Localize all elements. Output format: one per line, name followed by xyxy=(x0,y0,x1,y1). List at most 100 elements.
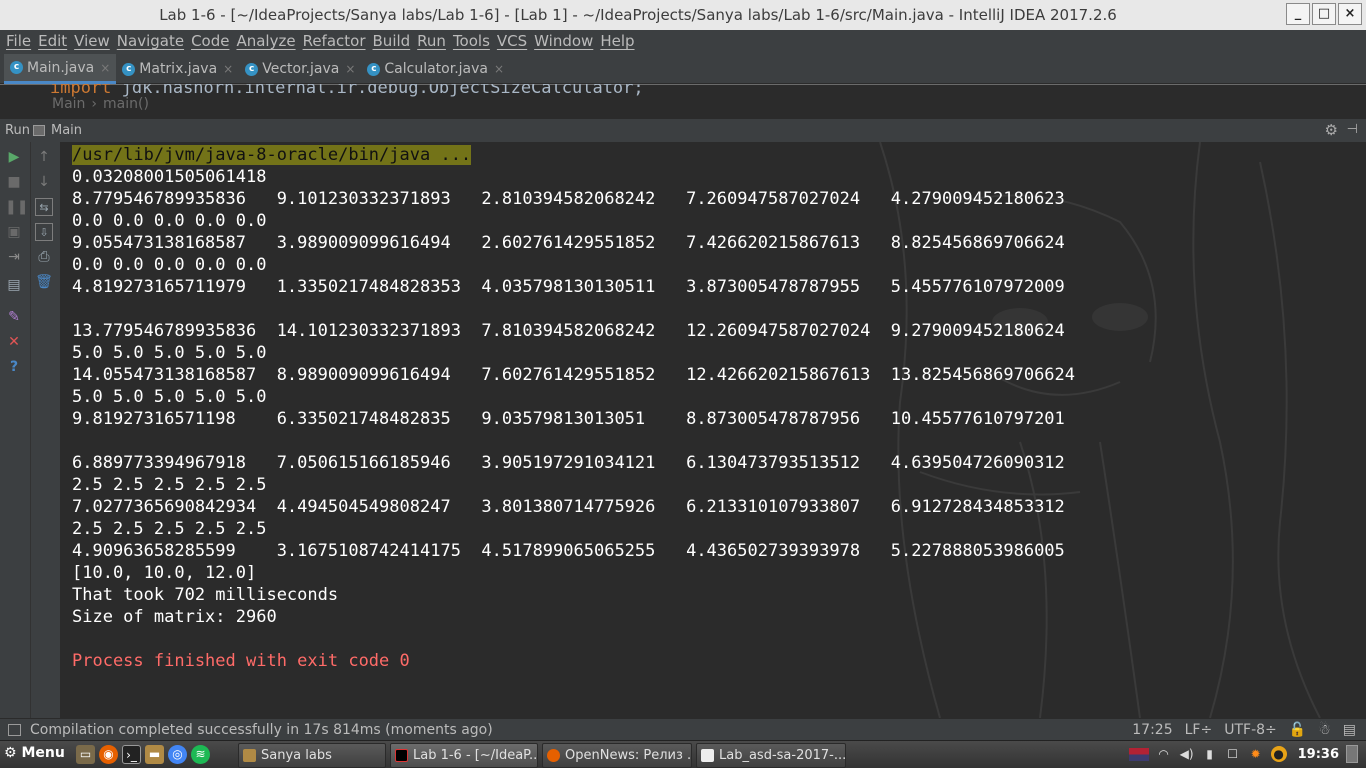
file-manager-icon[interactable]: ▭ xyxy=(76,745,95,764)
console-line: 14.055473138168587 8.989009099616494 7.6… xyxy=(72,365,1076,385)
tab-matrix-java[interactable]: c Matrix.java × xyxy=(116,54,239,84)
hide-panel-icon[interactable]: ⊣ xyxy=(1347,122,1358,137)
spotify-icon[interactable]: ≋ xyxy=(191,745,210,764)
taskbar-window-firefox[interactable]: OpenNews: Релиз ... xyxy=(542,743,692,768)
menu-vcs[interactable]: VCS xyxy=(497,30,532,54)
menu-refactor[interactable]: Refactor xyxy=(303,30,371,54)
chrome-icon[interactable]: ◎ xyxy=(168,745,187,764)
start-menu-button[interactable]: ⚙ Menu xyxy=(4,745,65,761)
breadcrumb-class[interactable]: Main xyxy=(52,96,85,112)
tab-main-java[interactable]: c Main.java × xyxy=(4,54,117,84)
update-icon[interactable]: ✹ xyxy=(1248,746,1264,762)
lock-icon[interactable]: 🔓 xyxy=(1289,722,1306,738)
console-line: 2.5 2.5 2.5 2.5 2.5 xyxy=(72,519,267,539)
scroll-down-icon[interactable]: ↓ xyxy=(35,173,53,191)
tab-calculator-java[interactable]: c Calculator.java × xyxy=(361,54,510,84)
pin-tab-icon[interactable]: ✎ xyxy=(5,308,23,326)
settings-gear-icon[interactable]: ⚙ xyxy=(1325,121,1338,139)
soft-wrap-icon[interactable]: ⇆ xyxy=(35,198,53,216)
inspector-icon[interactable]: ☃ xyxy=(1318,722,1331,738)
desktop-taskbar: ⚙ Menu ▭ ◉ ›_ ▬ ◎ ≋ Sanya labs Lab 1-6 -… xyxy=(0,740,1366,768)
folder-icon xyxy=(243,749,256,762)
status-message[interactable]: Compilation completed successfully in 17… xyxy=(30,722,493,738)
volume-icon[interactable]: ◀) xyxy=(1179,746,1195,762)
clear-all-icon[interactable]: 🗑 xyxy=(35,273,53,291)
exit-icon[interactable]: ⇥ xyxy=(5,248,23,266)
run-panel-header: Run Main ⚙ ⊣ xyxy=(0,118,1366,142)
start-menu-label: Menu xyxy=(21,745,65,761)
console-line: 13.779546789935836 14.101230332371893 7.… xyxy=(72,321,1065,341)
menu-edit[interactable]: Edit xyxy=(38,30,72,54)
folder-icon[interactable]: ▬ xyxy=(145,745,164,764)
console-command-line[interactable]: /usr/lib/jvm/java-8-oracle/bin/java ... xyxy=(72,145,472,165)
menu-window[interactable]: Window xyxy=(534,30,598,54)
tab-label: Matrix.java xyxy=(139,61,218,77)
menu-tools[interactable]: Tools xyxy=(453,30,495,54)
battery-icon[interactable]: ▮ xyxy=(1202,746,1218,762)
console-text: /usr/lib/jvm/java-8-oracle/bin/java ... … xyxy=(72,144,1075,672)
code-package: jdk.nashorn.internal.ir.debug.ObjectSize… xyxy=(121,84,644,98)
system-tray: ◠ ◀) ▮ ☐ ✹ ● 19:36 xyxy=(1128,745,1358,763)
close-button[interactable]: × xyxy=(1338,3,1362,25)
console-line: 4.819273165711979 1.3350217484828353 4.0… xyxy=(72,277,1065,297)
show-desktop-icon[interactable] xyxy=(1346,745,1358,763)
print-icon[interactable]: ⎙ xyxy=(35,248,53,266)
keyboard-layout-flag-icon[interactable] xyxy=(1128,747,1149,761)
rerun-icon[interactable]: ▶ xyxy=(5,148,23,166)
scroll-up-icon[interactable]: ↑ xyxy=(35,148,53,166)
terminal-icon[interactable]: ›_ xyxy=(122,745,141,764)
event-log-icon[interactable]: ▤ xyxy=(1343,722,1356,738)
tab-close-icon[interactable]: × xyxy=(100,61,110,75)
menu-run[interactable]: Run xyxy=(417,30,451,54)
menu-navigate[interactable]: Navigate xyxy=(117,30,189,54)
clock[interactable]: 19:36 xyxy=(1298,747,1339,762)
menu-view[interactable]: View xyxy=(74,30,115,54)
tool-windows-icon[interactable] xyxy=(8,724,21,736)
console-line: 7.0277365690842934 4.494504549808247 3.8… xyxy=(72,497,1065,517)
help-icon[interactable]: ? xyxy=(5,358,23,376)
pause-icon[interactable]: ❚❚ xyxy=(5,198,28,216)
run-toolbar: ▶ ↑ ■ ↓ ❚❚ ⇆ ▣ ⇩ ⇥ ⎙ ▤ 🗑 ✎ ✕ ? xyxy=(0,142,60,718)
line-separator[interactable]: LF÷ xyxy=(1185,722,1213,738)
restore-layout-icon[interactable]: ▤ xyxy=(5,276,23,294)
minimize-button[interactable]: _ xyxy=(1286,3,1310,25)
editor-area[interactable]: import jdk.nashorn.internal.ir.debug.Obj… xyxy=(0,84,1366,118)
breadcrumb-method[interactable]: main() xyxy=(103,96,149,112)
tab-close-icon[interactable]: × xyxy=(494,62,504,76)
menu-file[interactable]: File xyxy=(6,30,36,54)
dump-threads-icon[interactable]: ▣ xyxy=(5,223,23,241)
menu-help[interactable]: Help xyxy=(600,30,639,54)
notification-icon[interactable]: ☐ xyxy=(1225,746,1241,762)
maximize-button[interactable]: □ xyxy=(1312,3,1336,25)
caret-position[interactable]: 17:25 xyxy=(1132,722,1172,738)
stop-icon[interactable]: ■ xyxy=(5,173,23,191)
menu-code[interactable]: Code xyxy=(191,30,234,54)
status-bar: Compilation completed successfully in 17… xyxy=(0,718,1366,740)
scroll-to-end-icon[interactable]: ⇩ xyxy=(35,223,53,241)
tab-close-icon[interactable]: × xyxy=(345,62,355,76)
user-icon[interactable]: ● xyxy=(1270,746,1287,762)
taskbar-window-intellij[interactable]: Lab 1-6 - [~/IdeaP... xyxy=(390,743,538,768)
java-class-icon: c xyxy=(122,62,136,76)
menu-build[interactable]: Build xyxy=(373,30,416,54)
run-config-icon xyxy=(33,125,45,136)
console-line: [10.0, 10.0, 12.0] xyxy=(72,563,257,583)
file-encoding[interactable]: UTF-8÷ xyxy=(1224,722,1277,738)
wifi-icon[interactable]: ◠ xyxy=(1156,746,1172,762)
close-run-icon[interactable]: ✕ xyxy=(5,333,23,351)
console-line: 0.0 0.0 0.0 0.0 0.0 xyxy=(72,211,267,231)
menu-bar: File Edit View Navigate Code Analyze Ref… xyxy=(0,30,1366,54)
taskbar-window-document[interactable]: Lab_asd-sa-2017-... xyxy=(696,743,846,768)
console-line: 0.0 0.0 0.0 0.0 0.0 xyxy=(72,255,267,275)
tab-vector-java[interactable]: c Vector.java × xyxy=(239,54,361,84)
quick-launch: ▭ ◉ ›_ ▬ ◎ ≋ xyxy=(76,745,210,764)
run-panel-label[interactable]: Run xyxy=(5,123,30,138)
firefox-icon[interactable]: ◉ xyxy=(99,745,118,764)
menu-analyze[interactable]: Analyze xyxy=(236,30,300,54)
java-class-icon: c xyxy=(10,61,23,74)
console-output[interactable]: /usr/lib/jvm/java-8-oracle/bin/java ... … xyxy=(60,142,1366,718)
run-config-name[interactable]: Main xyxy=(51,123,82,138)
tab-close-icon[interactable]: × xyxy=(223,62,233,76)
breadcrumb: Main › main() xyxy=(52,96,149,112)
taskbar-window-sanya-labs[interactable]: Sanya labs xyxy=(238,743,386,768)
